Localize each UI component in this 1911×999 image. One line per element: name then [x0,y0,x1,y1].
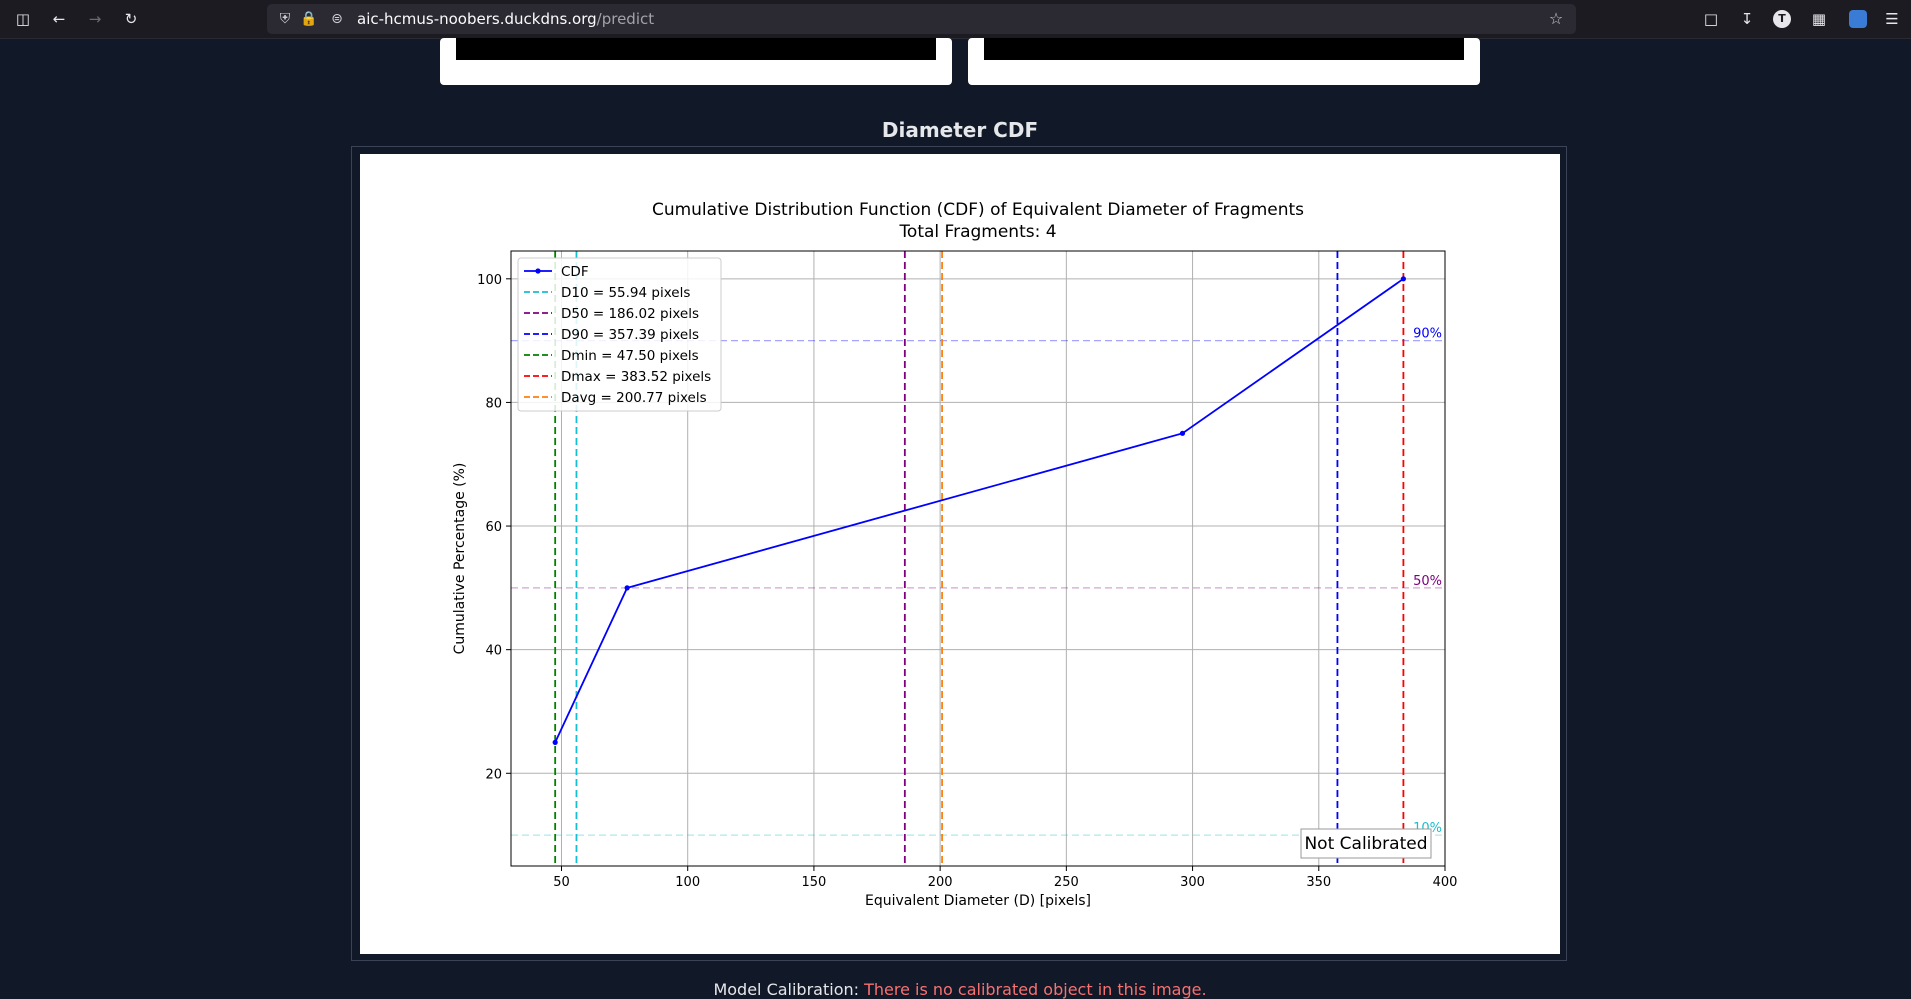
image-preview-left [456,38,936,60]
cdf-chart: 50 100 150 200 250 300 350 400 20 40 60 80 100 90% 50… [452,200,1458,909]
download-icon[interactable]: ↧ [1737,9,1757,29]
menu-icon[interactable]: ☰ [1882,9,1902,29]
y-tick-label: 40 [485,644,502,659]
legend: CDF D10 = 55.94 pixels D50 = 186.02 pixels… [517,257,722,412]
calibration-label: Model Calibration: [713,980,860,999]
percent-label: 90% [1413,327,1442,342]
annotation-text: Not Calibrated [1304,834,1427,854]
x-tick-label: 400 [1433,875,1458,890]
percent-label: 50% [1413,574,1442,589]
x-tick-label: 250 [1054,875,1079,890]
extensions-icon[interactable]: ▦ [1809,9,1829,29]
chart-canvas: 50 100 150 200 250 300 350 400 20 40 60 80 100 90% 50… [360,154,1560,954]
y-tick-label: 100 [477,273,502,288]
section-title: Diameter CDF [881,118,1039,142]
x-tick-label: 350 [1306,875,1331,890]
hlabel-layer: 90%50%10% [1413,327,1442,836]
legend-label: Dmax = 383.52 pixels [561,369,711,385]
sidebar-toggle-icon[interactable]: ◫ [13,9,33,29]
forward-icon[interactable]: → [85,9,105,29]
hline-layer [511,339,1445,836]
extension-icon[interactable] [1849,10,1867,28]
y-tick-label: 20 [485,767,502,782]
pocket-icon[interactable]: □ [1701,9,1721,29]
legend-label: D90 = 357.39 pixels [561,327,699,343]
image-card-left [440,38,952,85]
cdf-point [624,585,630,591]
chart-title: Cumulative Distribution Function (CDF) o… [652,200,1304,220]
legend-label: CDF [561,264,589,280]
url-path: /predict [596,10,655,28]
x-tick-label: 50 [553,875,570,890]
back-icon[interactable]: ← [49,9,69,29]
not-calibrated-annotation: Not Calibrated [1300,828,1432,859]
legend-label: Davg = 200.77 pixels [561,390,707,406]
permissions-icon[interactable]: ⊜ [327,9,347,29]
cdf-point [552,739,558,745]
image-preview-right [984,38,1464,60]
x-tick-label: 200 [928,875,953,890]
legend-label: D50 = 186.02 pixels [561,306,699,322]
calibration-status: Model Calibration: There is no calibrate… [0,980,1911,999]
image-card-right [968,38,1480,85]
x-axis-label: Equivalent Diameter (D) [pixels] [865,893,1091,909]
y-axis-label: Cumulative Percentage (%) [452,463,468,655]
url-host: aic-hcmus-noobers.duckdns.org [357,10,597,28]
bookmark-star-icon[interactable]: ☆ [1546,9,1566,29]
x-tick-label: 300 [1180,875,1205,890]
account-avatar[interactable]: T [1773,10,1791,28]
chart-subtitle: Total Fragments: 4 [898,222,1056,242]
y-tick-label: 80 [485,396,502,411]
address-bar[interactable]: ⛨ 🔒 ⊜ aic-hcmus-noobers.duckdns.org/pred… [267,4,1576,34]
calibration-message: There is no calibrated object in this im… [864,980,1207,999]
shield-icon[interactable]: ⛨ [275,9,295,29]
browser-toolbar: ◫ ← → ↻ ⛨ 🔒 ⊜ aic-hcmus-noobers.duckdns.… [0,0,1911,39]
cdf-point [1400,276,1406,282]
legend-label: D10 = 55.94 pixels [561,285,690,301]
x-tick-label: 150 [802,875,827,890]
legend-marker [535,268,541,274]
lock-icon[interactable]: 🔒 [299,9,319,29]
cdf-point [1179,430,1186,436]
legend-label: Dmin = 47.50 pixels [561,348,699,364]
reload-icon[interactable]: ↻ [121,9,141,29]
url-text[interactable]: aic-hcmus-noobers.duckdns.org/predict [357,10,654,28]
x-tick-label: 100 [675,875,700,890]
y-tick-label: 60 [485,520,502,535]
